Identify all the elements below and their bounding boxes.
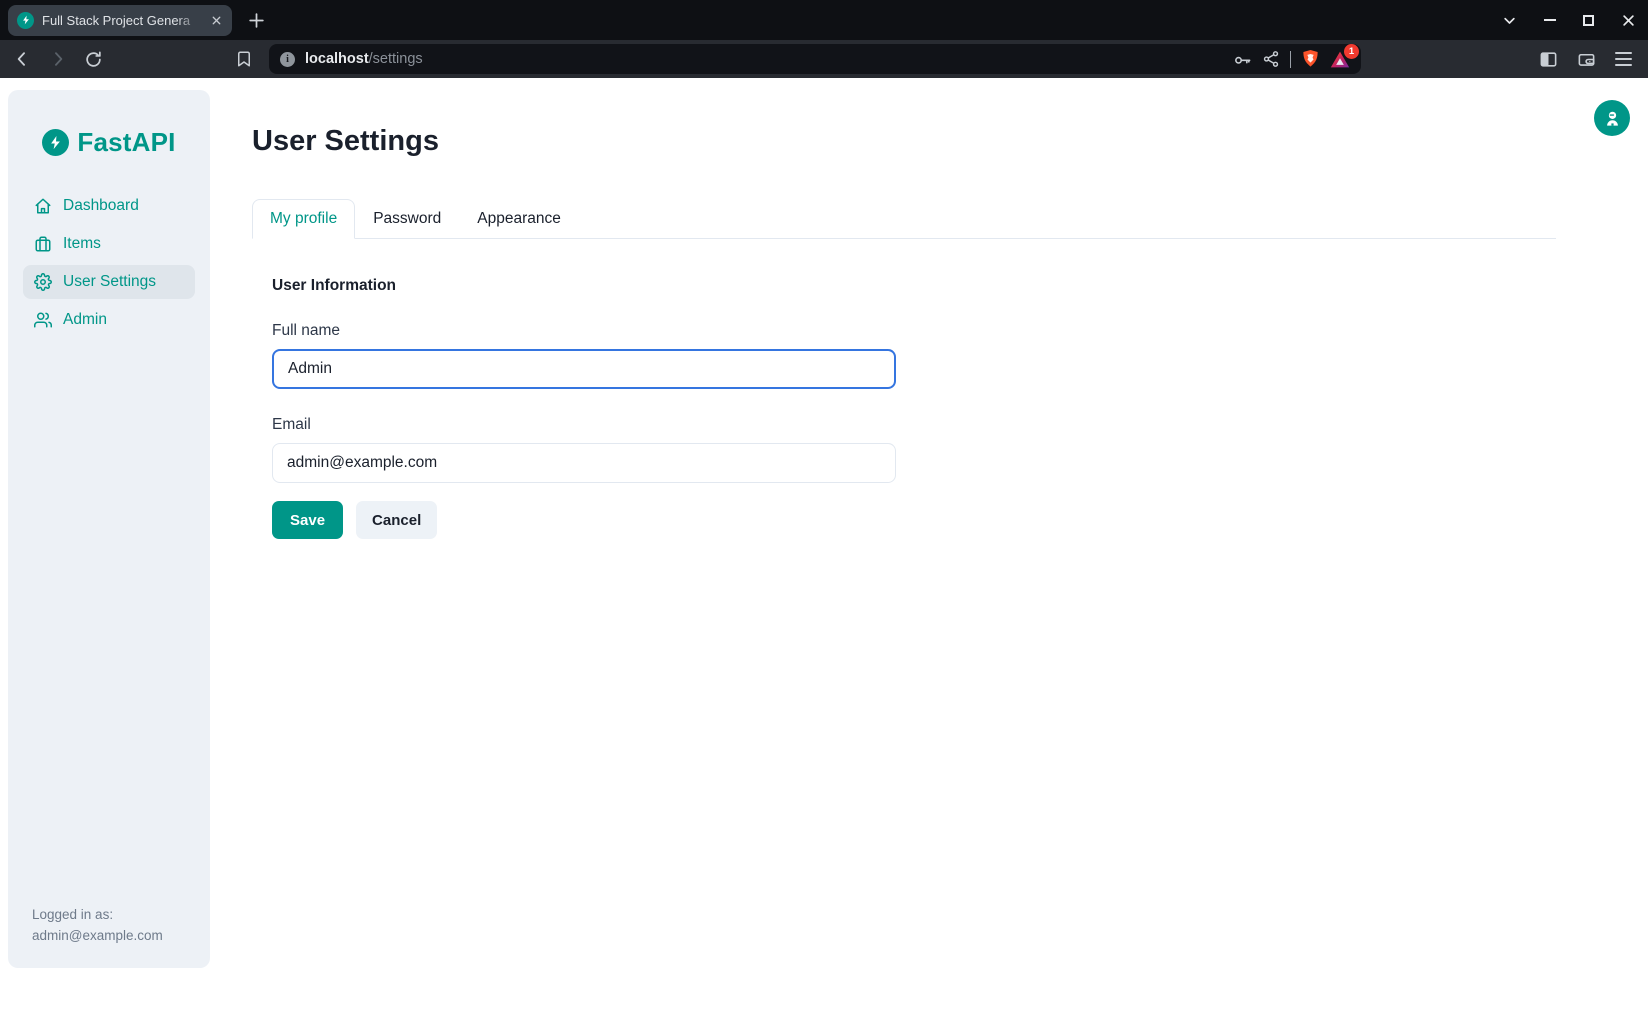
new-tab-button[interactable]	[247, 11, 266, 30]
window-controls	[1502, 13, 1648, 28]
browser-window: Full Stack Project Genera	[0, 0, 1648, 1025]
menu-icon[interactable]	[1615, 52, 1632, 66]
section-title: User Information	[272, 277, 1556, 295]
fastapi-logo-text: FastAPI	[77, 127, 175, 158]
browser-tab-bar: Full Stack Project Genera	[0, 0, 1648, 40]
browser-tab[interactable]: Full Stack Project Genera	[8, 5, 232, 36]
sidebar-item-label: Admin	[63, 311, 107, 329]
sidebar-item-dashboard[interactable]: Dashboard	[23, 189, 195, 223]
sidebar-item-user-settings[interactable]: User Settings	[23, 265, 195, 299]
main-content: User Settings My profile Password Appear…	[210, 78, 1648, 1025]
sidebar-nav: Dashboard Items User Settings Admin	[8, 189, 210, 337]
tab-title: Full Stack Project Genera	[42, 13, 202, 28]
divider	[1290, 51, 1291, 68]
tab-password[interactable]: Password	[355, 199, 459, 239]
full-name-label: Full name	[272, 322, 1556, 340]
brave-rewards-icon[interactable]: 1	[1330, 50, 1350, 69]
logged-in-footer: Logged in as: admin@example.com	[8, 905, 210, 968]
maximize-button[interactable]	[1583, 15, 1594, 26]
close-window-button[interactable]	[1621, 13, 1636, 28]
bookmark-icon[interactable]	[235, 50, 253, 68]
cancel-button[interactable]: Cancel	[356, 501, 437, 539]
briefcase-icon	[34, 235, 52, 253]
url-host: localhost	[305, 51, 369, 67]
fastapi-logo: FastAPI	[8, 127, 210, 158]
full-name-input[interactable]	[272, 349, 896, 389]
share-icon[interactable]	[1262, 50, 1280, 68]
settings-tabs: My profile Password Appearance	[252, 199, 1556, 239]
sidebar: FastAPI Dashboard Items User Settings A	[8, 90, 210, 968]
wallet-icon[interactable]	[1577, 50, 1596, 69]
sidebar-item-label: Items	[63, 235, 101, 253]
url-path: /settings	[369, 51, 423, 67]
minimize-button[interactable]	[1544, 19, 1556, 21]
site-info-icon[interactable]: i	[280, 52, 295, 67]
browser-toolbar: i localhost/settings 1	[0, 40, 1648, 78]
logged-in-label: Logged in as:	[32, 905, 196, 926]
tab-my-profile[interactable]: My profile	[252, 199, 355, 239]
save-button[interactable]: Save	[272, 501, 343, 539]
tab-appearance[interactable]: Appearance	[459, 199, 579, 239]
reload-button[interactable]	[84, 50, 103, 69]
fastapi-bolt-icon	[42, 129, 69, 156]
home-icon	[34, 197, 52, 215]
brave-shield-icon[interactable]	[1301, 49, 1320, 70]
url-text[interactable]: localhost/settings	[305, 51, 423, 67]
form-actions: Save Cancel	[272, 501, 1556, 539]
back-button[interactable]	[12, 49, 32, 69]
sidebar-item-admin[interactable]: Admin	[23, 303, 195, 337]
sidebar-item-label: Dashboard	[63, 197, 139, 215]
fastapi-favicon-icon	[17, 12, 34, 29]
side-panel-icon[interactable]	[1539, 50, 1558, 69]
sidebar-item-label: User Settings	[63, 273, 156, 291]
sidebar-item-items[interactable]: Items	[23, 227, 195, 261]
rewards-badge: 1	[1344, 44, 1359, 59]
profile-panel: User Information Full name Email Save Ca…	[252, 239, 1556, 539]
app-page: FastAPI Dashboard Items User Settings A	[0, 78, 1648, 1025]
email-label: Email	[272, 416, 1556, 434]
tab-search-chevron-icon[interactable]	[1502, 13, 1517, 28]
gear-icon	[34, 273, 52, 291]
page-title: User Settings	[252, 125, 1556, 158]
forward-button[interactable]	[48, 49, 68, 69]
address-bar[interactable]: i localhost/settings 1	[269, 44, 1361, 74]
logged-in-email: admin@example.com	[32, 926, 196, 947]
tab-close-icon[interactable]	[210, 14, 223, 27]
key-icon[interactable]	[1233, 50, 1252, 69]
toolbar-right-group	[1539, 50, 1648, 69]
users-icon	[34, 311, 52, 329]
email-input[interactable]	[272, 443, 896, 483]
